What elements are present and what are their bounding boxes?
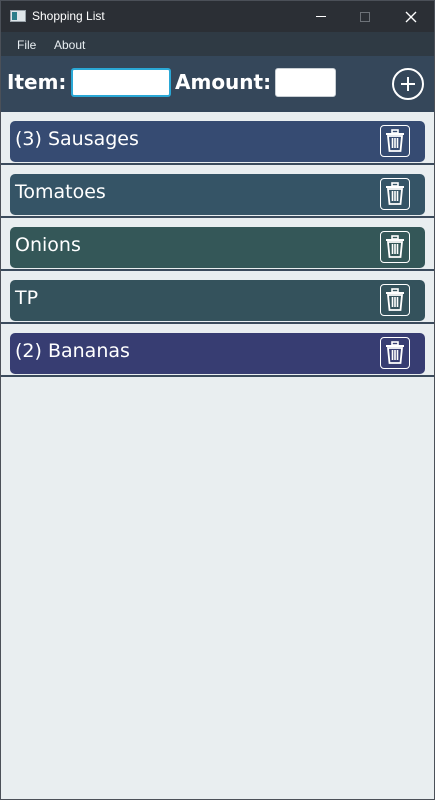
list-item: Tomatoes xyxy=(1,165,434,218)
menu-bar: File About xyxy=(1,32,434,56)
amount-input[interactable] xyxy=(275,68,336,97)
delete-button[interactable] xyxy=(380,178,410,210)
title-bar[interactable]: Shopping List xyxy=(1,1,434,32)
maximize-button[interactable] xyxy=(342,1,388,32)
delete-button[interactable] xyxy=(380,337,410,369)
item-text: TP xyxy=(15,287,39,309)
minimize-button[interactable] xyxy=(298,1,344,32)
item-card[interactable]: Onions xyxy=(10,227,425,268)
list-item: (3) Sausages xyxy=(1,112,434,165)
list-item: Onions xyxy=(1,218,434,271)
item-text: (2) Bananas xyxy=(15,340,130,362)
item-label: Item: xyxy=(7,70,67,94)
app-window: Shopping List File About Item: Amount: (… xyxy=(0,0,435,800)
input-bar: Item: Amount: xyxy=(1,56,434,112)
item-input[interactable] xyxy=(71,68,171,97)
trash-icon xyxy=(386,182,404,205)
minimize-icon xyxy=(316,16,326,17)
app-icon xyxy=(10,10,26,22)
menu-file[interactable]: File xyxy=(17,38,36,52)
trash-icon xyxy=(386,341,404,364)
add-item-button[interactable] xyxy=(392,68,424,100)
close-button[interactable] xyxy=(388,1,434,32)
delete-button[interactable] xyxy=(380,231,410,263)
plus-circle-icon xyxy=(401,77,415,91)
item-text: Tomatoes xyxy=(15,181,106,203)
maximize-icon xyxy=(360,11,370,22)
item-card[interactable]: TP xyxy=(10,280,425,321)
list-item: TP xyxy=(1,271,434,324)
menu-about[interactable]: About xyxy=(54,38,85,52)
item-text: (3) Sausages xyxy=(15,128,139,150)
window-title: Shopping List xyxy=(32,9,105,23)
item-card[interactable]: (2) Bananas xyxy=(10,333,425,374)
delete-button[interactable] xyxy=(380,284,410,316)
list-item: (2) Bananas xyxy=(1,324,434,377)
delete-button[interactable] xyxy=(380,125,410,157)
item-text: Onions xyxy=(15,234,81,256)
item-card[interactable]: (3) Sausages xyxy=(10,121,425,162)
trash-icon xyxy=(386,288,404,311)
trash-icon xyxy=(386,235,404,258)
item-card[interactable]: Tomatoes xyxy=(10,174,425,215)
close-icon xyxy=(405,11,417,22)
amount-label: Amount: xyxy=(175,70,272,94)
trash-icon xyxy=(386,129,404,152)
